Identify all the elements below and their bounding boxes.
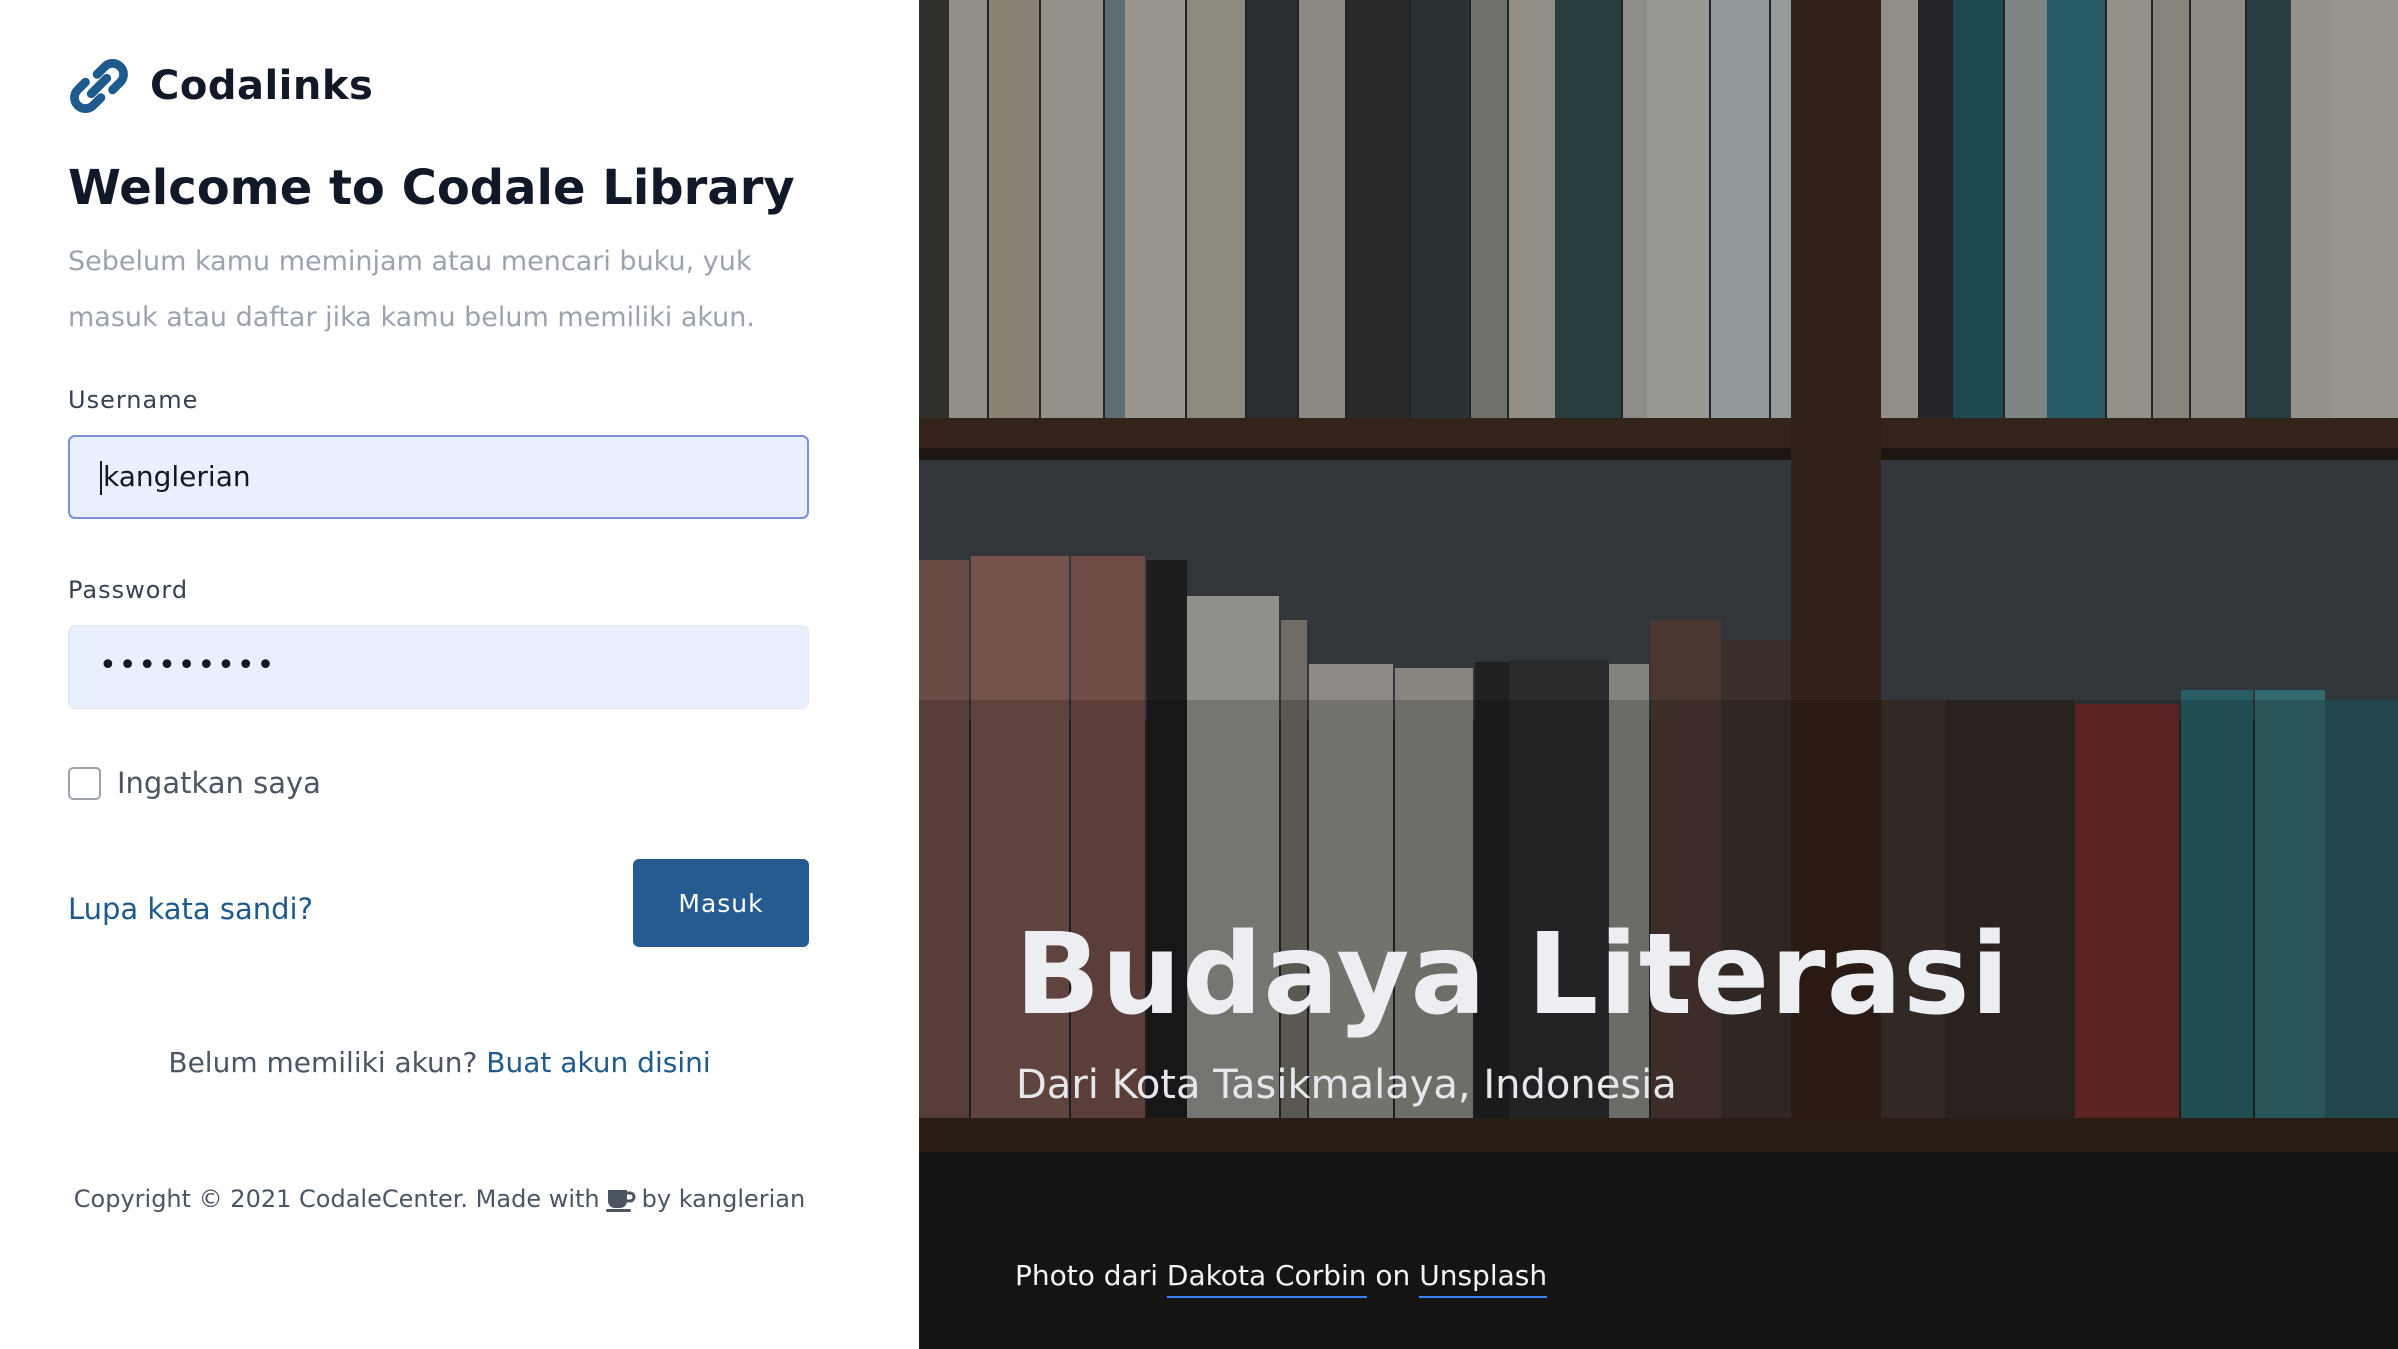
library-name: Codale Library — [401, 160, 795, 216]
brand[interactable]: Codalinks — [68, 52, 373, 120]
copyright-text: Copyright © 2021 CodaleCenter. Made with — [73, 1185, 600, 1213]
remember-checkbox[interactable] — [68, 766, 101, 800]
password-value: ••••••••• — [99, 648, 277, 683]
hero-subtitle: Dari Kota Tasikmalaya, Indonesia — [1016, 1062, 1677, 1108]
remember-me[interactable]: Ingatkan saya — [68, 766, 321, 800]
username-input[interactable]: kanglerian — [68, 435, 809, 519]
login-panel: Codalinks Welcome to Codale Library Sebe… — [0, 0, 919, 1349]
credit-author-link[interactable]: Dakota Corbin — [1166, 1259, 1367, 1298]
credit-on: on — [1375, 1259, 1411, 1292]
page-title: Welcome to Codale Library — [68, 160, 795, 216]
username-label: Username — [68, 386, 199, 414]
register-link[interactable]: Buat akun disini — [486, 1046, 710, 1079]
hero-title: Budaya Literasi — [1015, 910, 2011, 1040]
bookshelf-photo — [919, 0, 2398, 1349]
hero-panel: Budaya Literasi Dari Kota Tasikmalaya, I… — [919, 0, 2398, 1349]
password-label: Password — [68, 576, 189, 604]
copyright-author: by kanglerian — [641, 1185, 806, 1213]
coffee-cup-icon — [605, 1190, 636, 1212]
register-prompt-text: Belum memiliki akun? — [168, 1046, 478, 1079]
photo-credit: Photo dari Dakota Corbin on Unsplash — [1015, 1259, 1548, 1298]
credit-prefix: Photo dari — [1015, 1259, 1158, 1292]
intro-text: Sebelum kamu meminjam atau mencari buku,… — [68, 246, 755, 333]
copyright: Copyright © 2021 CodaleCenter. Made with… — [0, 1185, 879, 1213]
username-value-wrap: kanglerian — [100, 437, 251, 517]
forgot-password-link[interactable]: Lupa kata sandi? — [68, 892, 313, 926]
credit-site-link[interactable]: Unsplash — [1419, 1259, 1548, 1298]
register-prompt: Belum memiliki akun? Buat akun disini — [0, 1046, 879, 1079]
brand-name: Codalinks — [150, 63, 374, 109]
password-input[interactable]: ••••••••• — [68, 625, 809, 709]
text-caret — [100, 461, 102, 495]
remember-label: Ingatkan saya — [117, 766, 321, 800]
username-value: kanglerian — [103, 460, 251, 493]
chain-link-icon — [70, 59, 128, 113]
login-button[interactable]: Masuk — [633, 859, 809, 947]
welcome-prefix: Welcome to — [68, 160, 402, 216]
